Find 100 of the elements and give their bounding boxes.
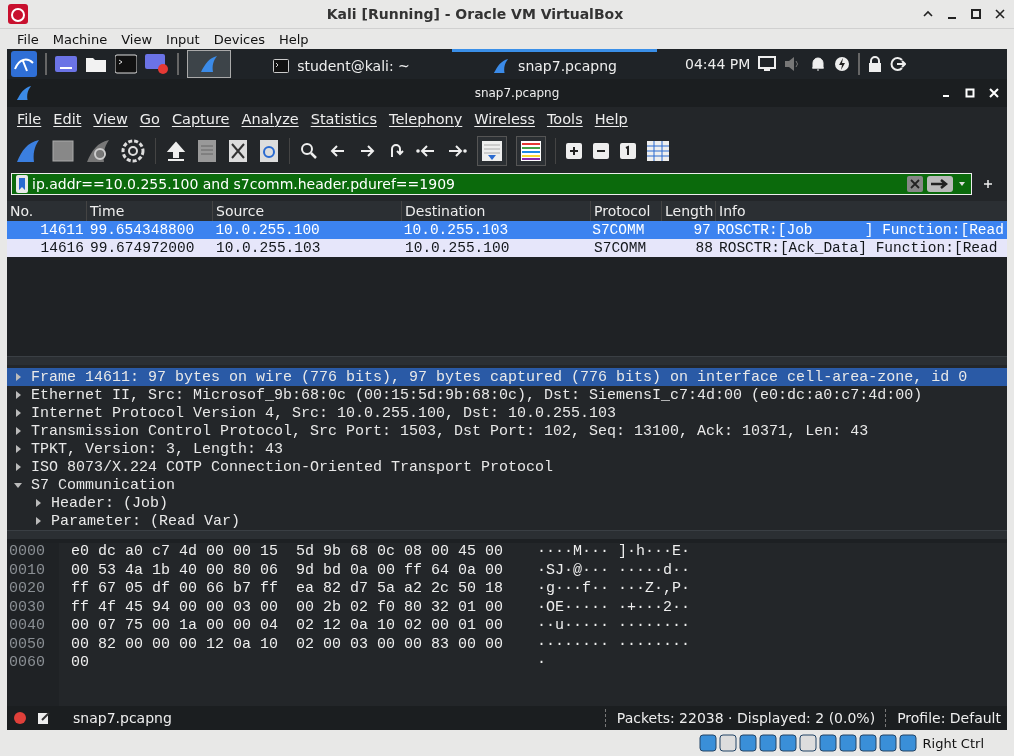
menu-item[interactable]: Help (271, 31, 316, 47)
bookmark-icon[interactable] (16, 175, 28, 193)
menu-item[interactable]: Devices (206, 31, 272, 47)
add-button-icon[interactable] (982, 178, 994, 190)
close-icon[interactable] (994, 8, 1006, 20)
table-cell-text: S7COMM (591, 221, 646, 239)
table-cell-text: 88 (694, 239, 714, 257)
menu-item[interactable]: Capture (165, 111, 236, 127)
settings-icon[interactable] (120, 138, 146, 164)
zoom-in-icon[interactable] (565, 142, 583, 160)
screen-recorder-icon[interactable] (145, 53, 169, 75)
packet-row[interactable]: 14616 99.674972000 10.0.255.103 10.0.255.100 S7COMM 88 ROSCTR:[Ack_Data] Function:[Read (7, 239, 1007, 257)
device-status-icon[interactable] (738, 734, 757, 752)
byte-offset: 0050 (9, 635, 46, 654)
device-status-icon[interactable] (798, 734, 817, 752)
splitter-handle[interactable] (7, 356, 1007, 365)
menu-item[interactable]: View (114, 31, 160, 47)
hex-bytes: 00 (71, 654, 90, 673)
table-cell-text: S7COMM (593, 239, 648, 257)
device-status-icon[interactable] (878, 734, 897, 752)
menu-item[interactable]: Edit (47, 111, 88, 127)
menu-item[interactable]: File (11, 111, 48, 127)
menu-item[interactable]: File (10, 31, 46, 47)
table-cell-text: ROSCTR:[Ack_Data] Function:[Read (718, 239, 999, 257)
menu-item[interactable]: Telephony (383, 111, 469, 127)
wireshark-icon (15, 85, 33, 101)
device-status-icon[interactable] (718, 734, 737, 752)
device-status-icon[interactable] (898, 734, 917, 752)
device-status-icon[interactable] (698, 734, 717, 752)
open-file-icon[interactable] (165, 139, 187, 163)
document-icon[interactable] (196, 138, 218, 164)
maximize-icon[interactable] (970, 8, 982, 20)
power-manager-icon[interactable] (834, 56, 851, 72)
kali-menu-icon[interactable] (11, 51, 37, 77)
filter-bar[interactable]: ip.addr==10.0.255.100 and s7comm.header.pduref==1909 (11, 173, 972, 195)
normal-size-icon[interactable] (619, 142, 637, 160)
menu-item[interactable]: Analyze (235, 111, 305, 127)
host-key-label: Right Ctrl (922, 735, 984, 751)
taskbar-task[interactable]: student@kali: ~ (239, 49, 444, 79)
terminal-icon[interactable] (115, 54, 137, 74)
table-cell-text: 10.0.255.100 (404, 239, 511, 257)
colorize-icon[interactable] (516, 136, 546, 166)
table-cell-text: 14616 (39, 239, 85, 257)
table-cell-text: 10.0.255.103 (402, 221, 510, 239)
menu-item[interactable]: Tools (540, 111, 589, 127)
clock[interactable]: 04:44 PM (685, 56, 751, 72)
menu-item[interactable]: View (87, 111, 134, 127)
table-cell-text: ROSCTR:[Job ] Function:[Read (715, 221, 1005, 239)
hex-bytes: 00 07 75 00 1a 00 00 04 02 12 0a 10 02 00 01 00 (71, 617, 505, 636)
profile-label[interactable]: Profile: Default (897, 710, 1001, 726)
resize-columns-icon[interactable] (646, 140, 670, 162)
start-capture-icon[interactable] (15, 138, 41, 164)
zoom-out-icon[interactable] (592, 142, 610, 160)
tree-item[interactable]: ISO 8073/X.224 COTP Connection-Oriented Transport Protocol (7, 458, 1007, 476)
stop-capture-icon[interactable] (50, 138, 76, 164)
close-file-icon[interactable] (227, 138, 249, 164)
byte-offset: 0040 (9, 617, 46, 636)
menu-item[interactable]: Statistics (304, 111, 383, 127)
comment-edit-icon[interactable] (37, 711, 51, 725)
device-status-icon[interactable] (758, 734, 777, 752)
tree-item[interactable]: Internet Protocol Version 4, Src: 10.0.255.100, Dst: 10.0.255.103 (7, 404, 1007, 422)
device-status-icon[interactable] (858, 734, 877, 752)
column-header[interactable]: Info (716, 201, 1007, 221)
splitter-handle[interactable] (7, 530, 1007, 539)
tree-item[interactable]: Frame 14611: 97 bytes on wire (776 bits), 97 bytes captured (776 bits) on interface cell-area-zone, id 0 (7, 368, 1007, 386)
autoscroll-icon[interactable] (477, 136, 507, 166)
device-status-icon[interactable] (818, 734, 837, 752)
tree-item[interactable]: TPKT, Version: 3, Length: 43 (7, 440, 1007, 458)
table-cell-text: 10.0.255.100 (214, 221, 321, 239)
clear-icon[interactable] (907, 176, 923, 192)
table-cell-text: 14611 (39, 221, 85, 239)
wireshark-launcher-button[interactable] (187, 50, 231, 78)
app-launcher-icon[interactable] (55, 54, 77, 74)
hex-bytes: 00 53 4a 1b 40 00 80 06 9d bd 0a 00 ff 64 0a 00 (71, 561, 505, 580)
search-icon[interactable] (299, 141, 319, 161)
tree-item[interactable]: S7 Communication (7, 476, 1007, 494)
menu-item[interactable]: Wireless (468, 111, 541, 127)
tree-item[interactable]: Transmission Control Protocol, Src Port: 1503, Dst Port: 102, Seq: 13100, Ack: 10371, Len: 43 (7, 422, 1007, 440)
tree-item[interactable]: Parameter: (Read Var) (7, 512, 1007, 530)
hex-bytes: ff 4f 45 94 00 00 03 00 00 2b 02 f0 80 32 01 00 (71, 598, 505, 617)
lock-icon[interactable] (868, 56, 883, 72)
display-icon[interactable] (758, 56, 777, 72)
device-status-icon[interactable] (778, 734, 797, 752)
tree-item[interactable]: Header: (Job) (7, 494, 1007, 512)
logout-icon[interactable] (890, 56, 907, 72)
menu-item[interactable]: Input (159, 31, 207, 47)
menu-item[interactable]: Help (588, 111, 634, 127)
bell-icon[interactable] (810, 56, 827, 72)
table-cell-text: 97 (692, 221, 712, 239)
display-filter-field[interactable]: ip.addr==10.0.255.100 and s7comm.header.pduref==1909 (32, 176, 903, 192)
menu-item[interactable]: Go (133, 111, 166, 127)
packet-row[interactable]: 14611 99.654348800 10.0.255.100 10.0.255.103 S7COMM 97 ROSCTR:[Job ] Function:[Read (7, 221, 1007, 239)
device-status-icon[interactable] (838, 734, 857, 752)
terminal-icon (273, 58, 290, 73)
restart-capture-icon[interactable] (85, 138, 111, 164)
dropdown-caret-icon[interactable] (957, 180, 967, 188)
menu-item[interactable]: Machine (45, 31, 115, 47)
tree-item[interactable]: Ethernet II, Src: Microsof_9b:68:0c (00:15:5d:9b:68:0c), Dst: SiemensI_c7:4d:00 (e0:dc:a0:c7:4d:00) (7, 386, 1007, 404)
byte-offset: 0060 (9, 654, 46, 673)
reload-file-icon[interactable] (258, 138, 280, 164)
